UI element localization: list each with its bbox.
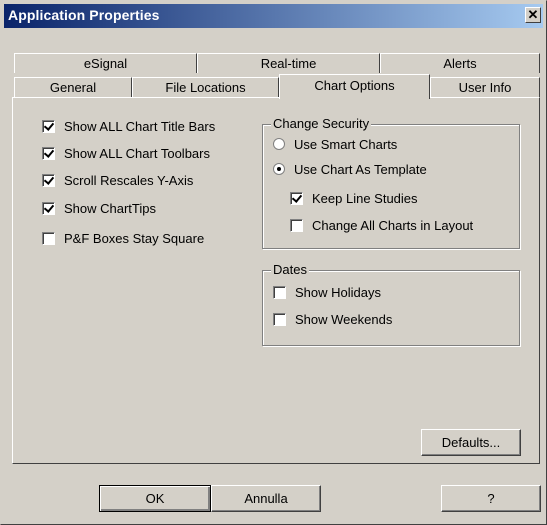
option-label: Keep Line Studies <box>312 190 418 206</box>
tab-esignal[interactable]: eSignal <box>14 53 197 73</box>
help-button[interactable]: ? <box>441 485 541 512</box>
radio-selected-icon[interactable] <box>273 163 285 175</box>
tab-alerts[interactable]: Alerts <box>380 53 540 73</box>
option-label: Show ALL Chart Title Bars <box>64 118 216 134</box>
application-properties-dialog: Application Properties ✕ eSignal Real-ti… <box>0 0 547 525</box>
checkbox-unchecked-icon[interactable] <box>290 218 303 232</box>
tab-user-info[interactable]: User Info <box>430 77 540 97</box>
checkbox-unchecked-icon[interactable] <box>42 231 55 245</box>
checkbox-unchecked-icon[interactable] <box>273 312 286 326</box>
tab-file-locations[interactable]: File Locations <box>132 77 279 97</box>
option-show-holidays[interactable]: Show Holidays <box>273 283 381 301</box>
option-label: Change All Charts in Layout <box>312 217 474 233</box>
tab-label: Alerts <box>443 56 477 71</box>
checkbox-checked-icon[interactable] <box>42 119 55 133</box>
tab-general[interactable]: General <box>14 77 132 97</box>
option-show-toolbars[interactable]: Show ALL Chart Toolbars <box>42 144 210 162</box>
option-show-weekends[interactable]: Show Weekends <box>273 310 392 328</box>
close-icon: ✕ <box>527 7 539 22</box>
option-keep-line-studies[interactable]: Keep Line Studies <box>290 189 418 207</box>
cancel-button[interactable]: Annulla <box>211 485 321 512</box>
title-bar[interactable]: Application Properties ✕ <box>4 4 543 28</box>
dates-group: Dates Show Holidays Show Weekends <box>262 262 520 346</box>
group-title: Dates <box>271 262 309 277</box>
radio-unselected-icon[interactable] <box>273 138 285 150</box>
option-show-charttips[interactable]: Show ChartTips <box>42 199 156 217</box>
option-label: Scroll Rescales Y-Axis <box>64 172 194 188</box>
window-title: Application Properties <box>8 7 160 23</box>
option-pf-boxes-square[interactable]: P&F Boxes Stay Square <box>42 229 204 247</box>
option-label: Show ALL Chart Toolbars <box>64 145 210 161</box>
radio-label: Use Smart Charts <box>294 136 398 152</box>
checkbox-unchecked-icon[interactable] <box>273 285 286 299</box>
checkbox-checked-icon[interactable] <box>42 201 55 215</box>
checkbox-checked-icon[interactable] <box>290 191 303 205</box>
option-label: P&F Boxes Stay Square <box>64 230 205 246</box>
tab-label: File Locations <box>165 80 246 95</box>
radio-label: Use Chart As Template <box>294 161 427 177</box>
option-label: Show Weekends <box>295 311 393 327</box>
checkbox-checked-icon[interactable] <box>42 173 55 187</box>
defaults-button[interactable]: Defaults... <box>421 429 521 456</box>
ok-button[interactable]: OK <box>99 485 211 512</box>
tab-label: eSignal <box>83 56 128 71</box>
tab-label: User Info <box>458 80 512 95</box>
group-title: Change Security <box>271 116 372 131</box>
option-label: Show Holidays <box>295 284 381 300</box>
option-scroll-rescales[interactable]: Scroll Rescales Y-Axis <box>42 171 193 189</box>
tab-label: General <box>49 80 97 95</box>
tab-chart-options[interactable]: Chart Options <box>279 74 430 99</box>
close-button[interactable]: ✕ <box>525 7 541 23</box>
tab-real-time[interactable]: Real-time <box>197 53 380 73</box>
option-change-all-charts[interactable]: Change All Charts in Layout <box>290 216 473 234</box>
radio-use-chart-as-template[interactable]: Use Chart As Template <box>273 160 427 178</box>
option-show-title-bars[interactable]: Show ALL Chart Title Bars <box>42 117 215 135</box>
tab-label: Chart Options <box>314 78 395 93</box>
chart-options-panel: Show ALL Chart Title Bars Show ALL Chart… <box>12 97 540 464</box>
change-security-group: Change Security Use Smart Charts Use Cha… <box>262 116 520 249</box>
option-label: Show ChartTips <box>64 200 156 216</box>
radio-use-smart-charts[interactable]: Use Smart Charts <box>273 135 397 153</box>
checkbox-checked-icon[interactable] <box>42 146 55 160</box>
tab-label: Real-time <box>260 56 317 71</box>
